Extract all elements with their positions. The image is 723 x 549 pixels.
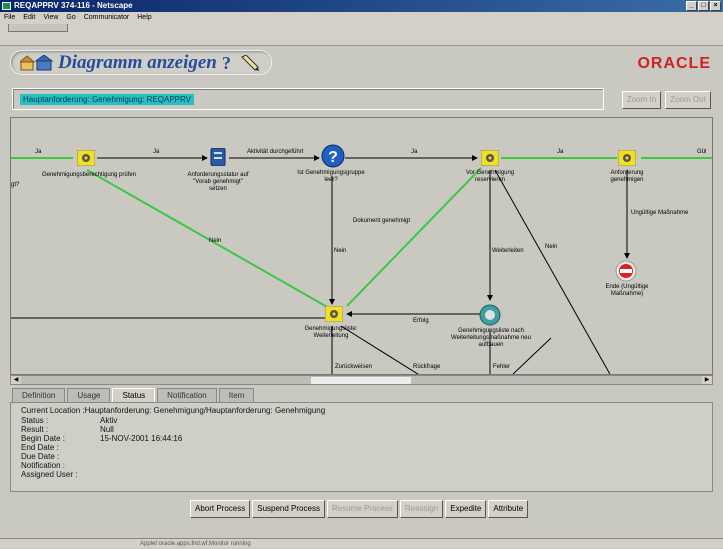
scroll-right-icon[interactable]: ▶: [702, 376, 712, 384]
edge-label-weiterleiten: Weiterleiten: [492, 248, 524, 254]
node-label-gruppe: Ist Genehmigungsgruppe leer?: [297, 170, 365, 183]
detail-key: Result :: [21, 425, 49, 434]
edge-dok: [346, 167, 482, 307]
pencil-icon[interactable]: [240, 55, 260, 71]
menu-bar: File Edit View Go Communicator Help: [0, 12, 723, 24]
current-location: Current Location :Hauptanforderung: Gene…: [21, 406, 326, 415]
window-title: REQAPPRV 374-116 - Netscape: [14, 1, 133, 10]
edge-label-fehler: Fehler: [493, 364, 511, 370]
page-title: Diagramm anzeigen: [58, 52, 217, 73]
maximize-button[interactable]: □: [698, 1, 709, 11]
edge-label-nein1: Nein: [209, 238, 222, 244]
status-bar: Applet oracle.apps.fnd.wf.Monitor runnin…: [0, 538, 723, 548]
detail-key: End Date :: [21, 443, 59, 452]
node-label-liste: Genehmigungsliste nach Weiterleitungsmaß…: [451, 328, 531, 348]
help-icon[interactable]: ?: [222, 53, 231, 74]
breadcrumb: Hauptanforderung: Genehmigung: REQAPPRV: [20, 94, 194, 105]
node-label-genehm: Genehmigungsberechtigung prüfen: [41, 172, 137, 178]
edge-label-gt: gt?: [11, 182, 20, 188]
edge-label-zurueck: Zurückweisen: [335, 364, 373, 370]
expedite-button[interactable]: Expedite: [445, 500, 487, 518]
document-node-icon[interactable]: [209, 148, 227, 166]
tab-notification[interactable]: Notification: [157, 388, 217, 402]
detail-value: Aktiv: [100, 416, 118, 425]
zoom-out-button[interactable]: Zoom Out: [665, 91, 711, 109]
detail-key: Assigned User :: [21, 470, 78, 479]
edge-label-rueck: Rückfrage: [413, 364, 441, 370]
minimize-button[interactable]: _: [686, 1, 697, 11]
question-node-icon[interactable]: ?: [321, 144, 345, 168]
suspend-process-button[interactable]: Suspend Process: [252, 500, 325, 518]
edge-label-nein3: Nein: [545, 244, 558, 250]
node-label-ende: Ende (Ungültige Maßnahme): [605, 284, 649, 297]
detail-key: Status :: [21, 416, 49, 425]
edge-label-ungueltig: Ungültige Maßnahme: [631, 210, 689, 216]
scroll-left-icon[interactable]: ◀: [11, 376, 21, 384]
edge-label-gul: Gül: [697, 149, 707, 155]
abort-process-button[interactable]: Abort Process: [190, 500, 251, 518]
window-titlebar: REQAPPRV 374-116 - Netscape: [0, 0, 723, 12]
diagram-scrollbar[interactable]: ◀ ▶: [10, 375, 713, 385]
edge-label-ja4: Ja: [557, 149, 564, 155]
svg-text:?: ?: [328, 149, 338, 166]
detail-value: 15-NOV-2001 16:44:16: [100, 434, 183, 443]
edge-label-ja: Ja: [35, 149, 42, 155]
edge-label-ja2: Ja: [153, 149, 160, 155]
tab-definition[interactable]: Definition: [12, 388, 66, 402]
gear-node-icon[interactable]: [618, 150, 636, 166]
edge-label-ja3: Ja: [411, 149, 418, 155]
edge-label-dok: Dokument genehmigt: [353, 218, 411, 224]
node-label-status: Anforderungsstatur auf "Vorab genehmigt"…: [187, 172, 249, 192]
node-label-reserv: Vor Genehmigung reservieren: [465, 170, 515, 183]
menu-go[interactable]: Go: [66, 12, 75, 24]
scroll-thumb[interactable]: [311, 377, 411, 384]
stop-node-icon[interactable]: [615, 260, 637, 282]
detail-key: Due Date :: [21, 452, 60, 461]
gear-node-icon[interactable]: [77, 150, 95, 166]
gear-node-icon[interactable]: [325, 306, 343, 322]
toolbar-strip: [0, 24, 723, 46]
home-icon[interactable]: [20, 55, 54, 71]
close-button[interactable]: ×: [710, 1, 721, 11]
node-label-weiter: Genehmigungsliste: Weiterleitung: [304, 326, 358, 339]
toolbar-grip[interactable]: [8, 24, 68, 32]
menu-file[interactable]: File: [4, 12, 15, 24]
menu-view[interactable]: View: [43, 12, 58, 24]
detail-key: Begin Date :: [21, 434, 66, 443]
attribute-button[interactable]: Attribute: [488, 500, 529, 518]
node-label-anford: Anforderung genehmigen: [610, 170, 644, 183]
detail-value: Null: [100, 425, 114, 434]
process-node-icon[interactable]: [479, 304, 501, 326]
resume-process-button[interactable]: Resume Process: [326, 500, 398, 518]
edge-label-erfolg: Erfolg: [413, 318, 429, 324]
gear-node-icon[interactable]: [481, 150, 499, 166]
window-controls: _ □ ×: [686, 1, 721, 11]
workflow-diagram[interactable]: ? Genehmigungsberechtigung prüfen Anford…: [10, 117, 713, 375]
edge-label-nein2: Nein: [334, 248, 347, 254]
detail-tabs: Definition Usage Status Notification Ite…: [12, 388, 255, 402]
netscape-icon: [2, 2, 11, 10]
edge-label-aktivitaet: Aktivität durchgeführt: [247, 149, 304, 155]
menu-help[interactable]: Help: [137, 12, 151, 24]
tab-usage[interactable]: Usage: [67, 388, 111, 402]
status-details: Current Location :Hauptanforderung: Gene…: [10, 402, 713, 492]
zoom-in-button[interactable]: Zoom In: [622, 91, 661, 109]
tab-status[interactable]: Status: [112, 388, 156, 402]
reassign-button[interactable]: Reassign: [399, 500, 444, 518]
menu-edit[interactable]: Edit: [23, 12, 35, 24]
oracle-logo: ORACLE: [637, 55, 711, 72]
process-actions: Abort Process Suspend Process Resume Pro…: [190, 500, 529, 518]
menu-communicator[interactable]: Communicator: [84, 12, 130, 24]
detail-key: Notification :: [21, 461, 66, 470]
tab-item[interactable]: Item: [218, 388, 255, 402]
